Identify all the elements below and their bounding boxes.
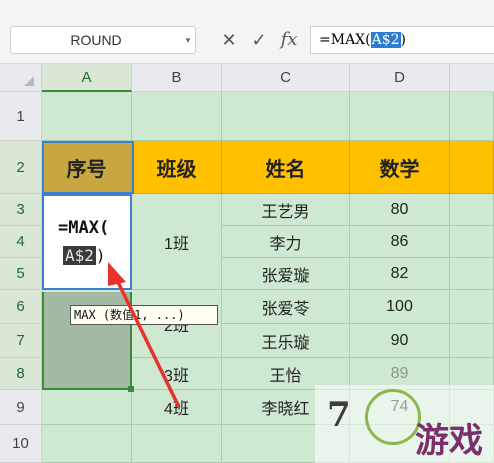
watermark-small: 7 xyxy=(327,395,351,435)
watermark-logo-icon xyxy=(365,389,421,445)
watermark-text: 游戏 xyxy=(415,422,483,460)
watermark: 7 游戏 xyxy=(315,385,494,463)
